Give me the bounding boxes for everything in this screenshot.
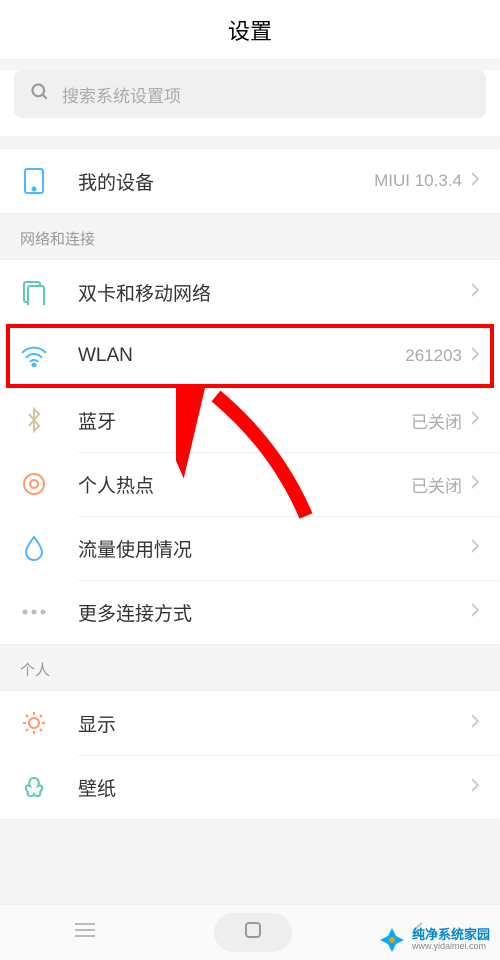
- row-label: 壁纸: [78, 774, 470, 801]
- row-hotspot[interactable]: 个人热点 已关闭: [0, 452, 500, 516]
- nav-home-button[interactable]: [214, 913, 292, 952]
- chevron-right-icon: [470, 171, 480, 192]
- watermark-logo: [378, 926, 406, 954]
- network-section: 双卡和移动网络 WLAN 261203 蓝牙 已关闭 个人热点 已关闭: [0, 259, 500, 645]
- row-value: MIUI 10.3.4: [374, 171, 462, 191]
- section-label-personal: 个人: [0, 645, 500, 690]
- row-value: 已关闭: [411, 408, 462, 433]
- search-icon: [30, 82, 50, 107]
- droplet-icon: [20, 534, 48, 562]
- watermark-url: www.yidaimei.com: [412, 942, 490, 952]
- row-more-connections[interactable]: 更多连接方式: [0, 580, 500, 644]
- chevron-right-icon: [470, 474, 480, 495]
- row-wallpaper[interactable]: 壁纸: [0, 755, 500, 819]
- row-label: 蓝牙: [78, 407, 411, 434]
- row-label: 个人热点: [78, 471, 411, 498]
- section-label-network: 网络和连接: [0, 214, 500, 259]
- row-value: 已关闭: [411, 472, 462, 497]
- row-my-device[interactable]: 我的设备 MIUI 10.3.4: [0, 149, 500, 213]
- chevron-right-icon: [470, 282, 480, 303]
- row-wlan[interactable]: WLAN 261203: [6, 324, 494, 388]
- bluetooth-icon: [20, 406, 48, 434]
- row-bluetooth[interactable]: 蓝牙 已关闭: [0, 388, 500, 452]
- row-label: 我的设备: [78, 168, 374, 195]
- device-section: 我的设备 MIUI 10.3.4: [0, 148, 500, 214]
- more-icon: [20, 598, 48, 626]
- row-sim-network[interactable]: 双卡和移动网络: [0, 260, 500, 324]
- search-placeholder: 搜索系统设置项: [62, 82, 181, 107]
- nav-recents-button[interactable]: [45, 914, 125, 951]
- chevron-right-icon: [470, 346, 480, 367]
- row-data-usage[interactable]: 流量使用情况: [0, 516, 500, 580]
- row-label: 显示: [78, 710, 470, 737]
- sun-icon: [20, 709, 48, 737]
- hotspot-icon: [20, 470, 48, 498]
- chevron-right-icon: [470, 410, 480, 431]
- page-header: 设置: [0, 0, 500, 60]
- phone-icon: [20, 167, 48, 195]
- row-display[interactable]: 显示: [0, 691, 500, 755]
- row-value: 261203: [405, 346, 462, 366]
- search-bar[interactable]: 搜索系统设置项: [14, 70, 486, 118]
- watermark-name: 纯净系统家园: [412, 928, 490, 942]
- row-label: 更多连接方式: [78, 599, 470, 626]
- row-label: 流量使用情况: [78, 535, 470, 562]
- page-title: 设置: [228, 14, 272, 46]
- personal-section: 显示 壁纸: [0, 690, 500, 820]
- row-label: WLAN: [78, 345, 405, 367]
- chevron-right-icon: [470, 777, 480, 798]
- sim-icon: [20, 278, 48, 306]
- watermark: 纯净系统家园 www.yidaimei.com: [378, 926, 490, 954]
- spacer: [0, 136, 500, 148]
- chevron-right-icon: [470, 713, 480, 734]
- row-label: 双卡和移动网络: [78, 279, 470, 306]
- chevron-right-icon: [470, 602, 480, 623]
- chevron-right-icon: [470, 538, 480, 559]
- wifi-icon: [20, 342, 48, 370]
- flower-icon: [20, 773, 48, 801]
